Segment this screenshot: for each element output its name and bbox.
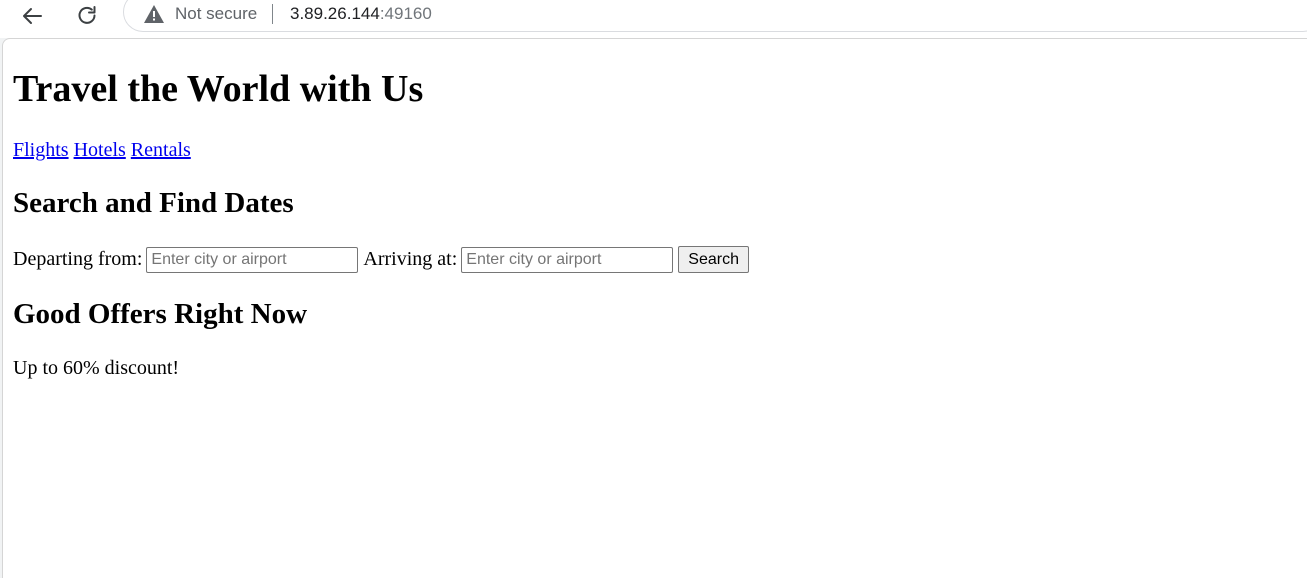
link-hotels[interactable]: Hotels [74,139,126,161]
link-rentals[interactable]: Rentals [131,139,191,161]
url-text[interactable]: 3.89.26.144:49160 [290,4,432,24]
arrow-left-icon [23,8,42,24]
security-status[interactable]: Not secure [175,4,257,24]
page-title: Travel the World with Us [13,68,424,110]
page-viewport: Travel the World with Us Flights Hotels … [2,38,1307,578]
warning-triangle-icon[interactable] [143,4,165,24]
arriving-input[interactable] [461,246,674,273]
nav-links: Flights Hotels Rentals [13,139,191,162]
address-divider [272,4,273,24]
offer-text: Up to 60% discount! [13,357,180,379]
url-host: 3.89.26.144 [290,4,380,23]
departing-label: Departing from: [13,248,143,270]
departing-input[interactable] [146,246,359,273]
offers-heading: Good Offers Right Now [13,298,308,330]
reload-icon [78,6,96,24]
arriving-label: Arriving at: [363,248,458,270]
browser-toolbar: Not secure 3.89.26.144:49160 [0,0,1307,38]
back-button[interactable] [18,2,46,30]
link-flights[interactable]: Flights [13,139,69,161]
search-form: Departing from: Arriving at: Search [13,246,749,273]
url-port: :49160 [379,4,432,23]
search-heading: Search and Find Dates [13,187,294,219]
reload-button[interactable] [73,2,101,30]
search-button[interactable]: Search [678,246,749,273]
